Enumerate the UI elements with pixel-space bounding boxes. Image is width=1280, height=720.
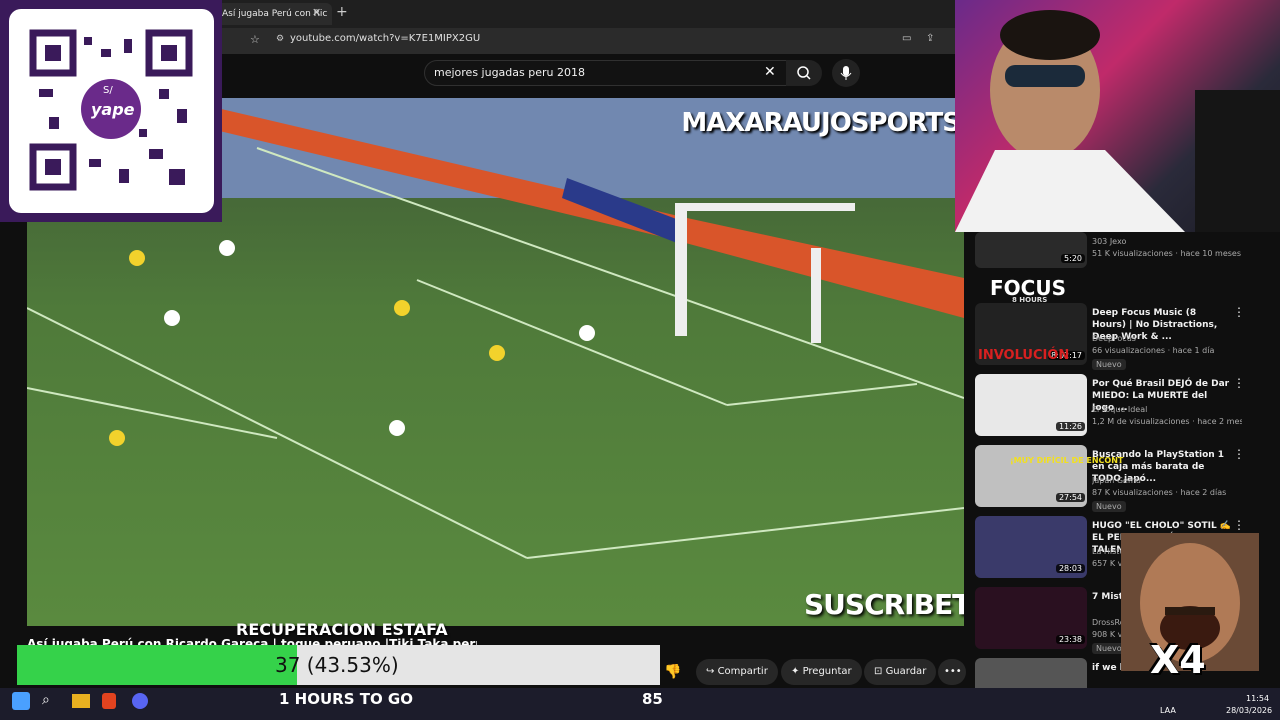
file-explorer-icon[interactable] xyxy=(72,694,90,708)
more-options-icon[interactable]: ⋮ xyxy=(1233,518,1245,532)
discord-icon[interactable] xyxy=(132,693,148,709)
multiplier-overlay: X4 xyxy=(1150,638,1206,682)
video-duration: 11:26 xyxy=(1055,422,1085,431)
sidebar-channel[interactable]: DeepFocus xyxy=(1092,333,1242,345)
video-duration: 5:20 xyxy=(1061,254,1085,263)
mic-icon xyxy=(840,66,852,80)
video-duration: 27:54 xyxy=(1055,493,1085,502)
scam-recovery-label: RECUPERACION ESTAFA xyxy=(236,620,448,639)
search-query: mejores jugadas peru 2018 xyxy=(434,66,585,79)
sidebar-video-meta: 1,2 M de visualizaciones · hace 2 meses xyxy=(1092,417,1242,426)
voice-search-button[interactable] xyxy=(832,59,860,87)
ask-button[interactable]: ✦ Preguntar xyxy=(781,659,862,685)
bookmark-icon[interactable]: ☆ xyxy=(250,33,260,46)
yape-logo: yape xyxy=(91,100,135,119)
more-actions-button[interactable]: ••• xyxy=(938,659,966,685)
start-icon[interactable] xyxy=(12,692,30,710)
bookmark-save-icon: ⊡ xyxy=(874,666,886,677)
language-indicator[interactable]: LAA xyxy=(1160,706,1176,715)
save-label: Guardar xyxy=(885,666,927,677)
ask-label: Preguntar xyxy=(802,666,852,677)
thumb-label-playstation: ¡MUY DIFÍCIL DE ENCONT xyxy=(1010,456,1124,465)
currency-label: S/ xyxy=(103,85,113,96)
clock-date[interactable]: 28/03/2026 xyxy=(1226,706,1272,715)
close-icon[interactable]: ✕ xyxy=(312,6,321,19)
dislike-icon[interactable]: 👎 xyxy=(664,664,681,680)
sidebar-video-meta: 66 visualizaciones · hace 1 día xyxy=(1092,346,1215,355)
more-options-icon[interactable]: ⋮ xyxy=(1233,376,1245,390)
save-button[interactable]: ⊡ Guardar xyxy=(864,659,937,685)
goal-progress-text: 37 (43.53%) xyxy=(275,653,399,677)
subscribe-overlay: SUSCRIBETE xyxy=(804,588,989,621)
more-icon: ••• xyxy=(944,666,962,677)
sidebar-channel[interactable]: 303 Jexo xyxy=(1092,236,1242,248)
webcam-feed xyxy=(955,0,1280,232)
streamer-image xyxy=(955,10,1280,232)
site-info-icon[interactable]: ⚙ xyxy=(276,34,284,44)
video-duration: 23:38 xyxy=(1055,635,1085,644)
share-icon: ↪ xyxy=(706,666,718,677)
new-badge: Nuevo xyxy=(1092,501,1126,512)
thumb-label-involucion: INVOLUCIÓN xyxy=(978,348,1070,363)
video-watermark: MAXARAUJOSPORTS xyxy=(681,108,961,138)
sidebar-channel[interactable]: Japan Gemu xyxy=(1092,475,1242,487)
goal-number: 85 xyxy=(642,690,663,708)
sidebar-video-meta: 87 K visualizaciones · hace 2 días xyxy=(1092,488,1227,497)
screen-icon[interactable]: ▭ xyxy=(902,33,911,44)
url-field[interactable]: youtube.com/watch?v=K7E1MIPX2GU xyxy=(290,33,480,44)
clock-time[interactable]: 11:54 xyxy=(1246,694,1269,703)
goal-progress-fill xyxy=(17,645,297,685)
more-options-icon[interactable]: ⋮ xyxy=(1233,305,1245,319)
hours-remaining: 1 HOURS TO GO xyxy=(279,690,413,708)
sparkle-icon: ✦ xyxy=(791,666,803,677)
search-icon xyxy=(797,66,811,80)
share-label: Compartir xyxy=(717,666,768,677)
new-badge: Nuevo xyxy=(1092,359,1126,370)
share-page-icon[interactable]: ⇪ xyxy=(926,33,934,44)
clear-search-icon[interactable]: ✕ xyxy=(764,64,776,80)
thumb-label-hours: 8 HOURS xyxy=(1012,296,1048,304)
sidebar-channel[interactable]: El Toque Ideal xyxy=(1092,404,1242,416)
taskbar xyxy=(0,688,1280,720)
new-tab-icon[interactable]: + xyxy=(336,4,348,20)
taskbar-search-icon[interactable]: ⌕ xyxy=(42,692,50,708)
brave-browser-icon[interactable] xyxy=(102,693,116,709)
more-options-icon[interactable]: ⋮ xyxy=(1233,447,1245,461)
share-button[interactable]: ↪ Compartir xyxy=(696,659,778,685)
sidebar-video-meta: 51 K visualizaciones · hace 10 meses xyxy=(1092,249,1241,258)
video-duration: 28:03 xyxy=(1055,564,1085,573)
search-button[interactable] xyxy=(786,60,822,86)
